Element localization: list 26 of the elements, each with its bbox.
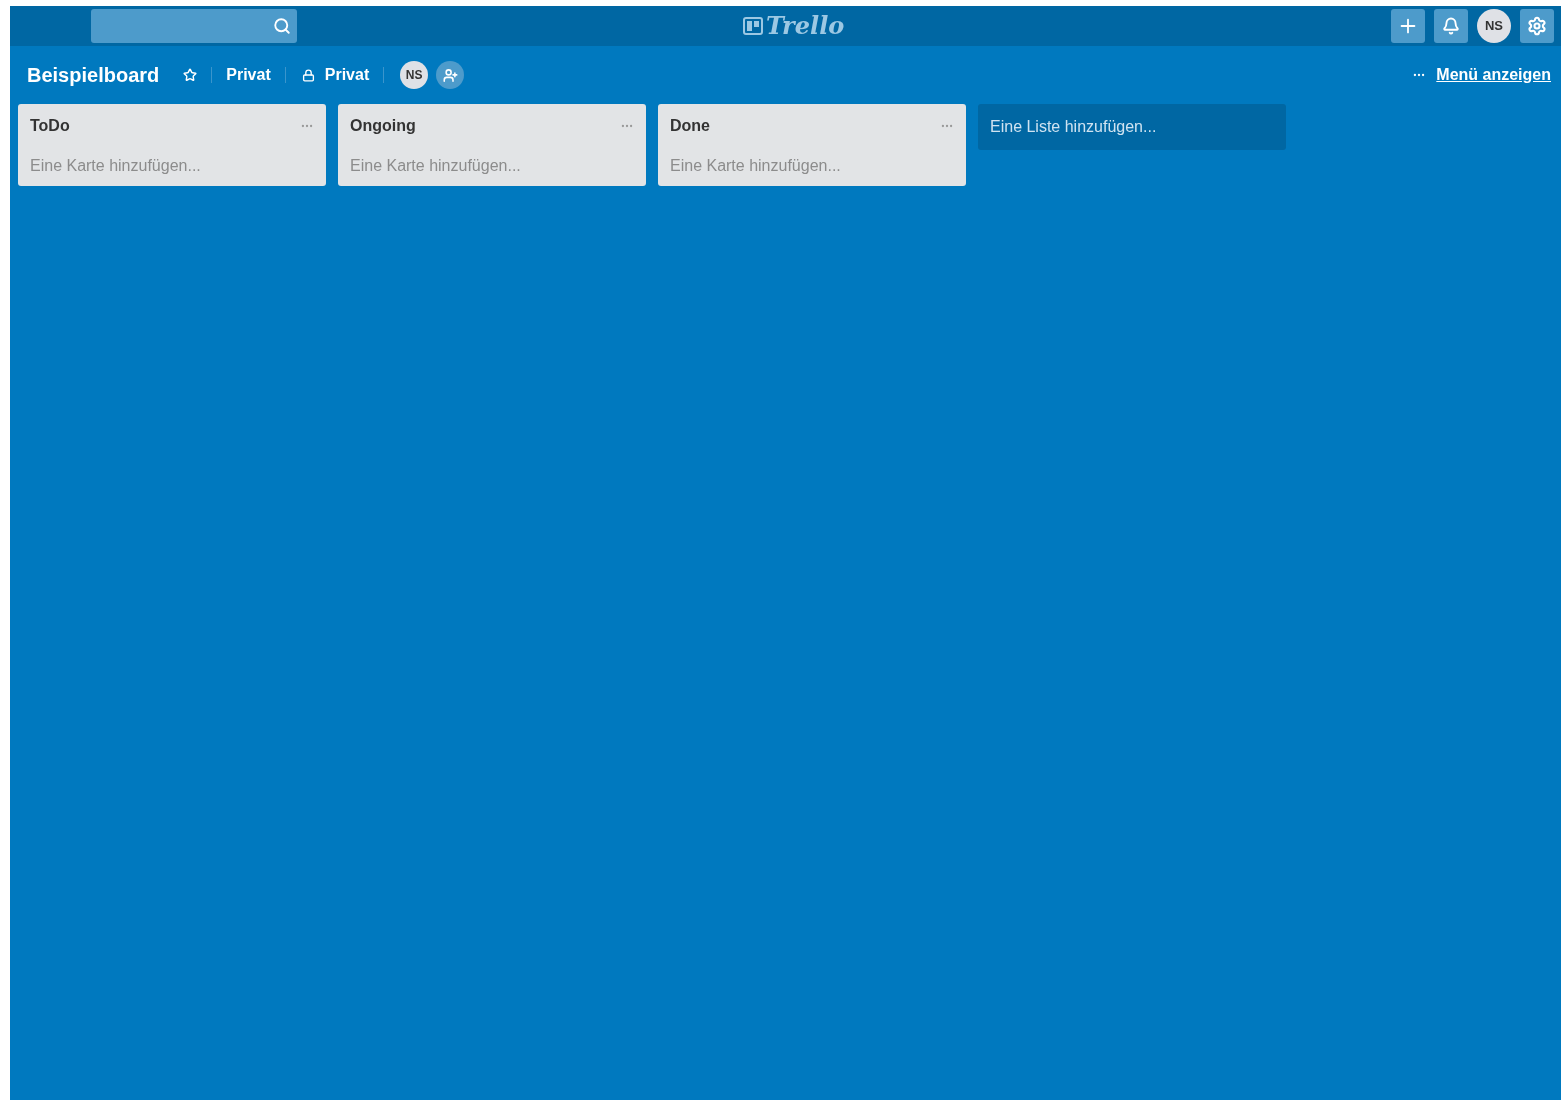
member-avatar[interactable]: NS xyxy=(400,61,429,89)
add-button[interactable] xyxy=(1391,9,1425,43)
invite-button[interactable] xyxy=(436,61,465,89)
settings-icon xyxy=(1527,16,1547,36)
board-title[interactable]: Beispielboard xyxy=(27,60,160,90)
add-list-button[interactable]: Eine Liste hinzufügen... xyxy=(978,104,1286,150)
lock-icon xyxy=(301,68,315,82)
list-title: ToDo xyxy=(30,116,70,136)
add-card-button[interactable]: Eine Karte hinzufügen... xyxy=(30,154,314,178)
user-avatar[interactable]: NS xyxy=(1477,9,1511,43)
search-field[interactable] xyxy=(91,9,297,43)
board-icon xyxy=(743,17,763,35)
add-card-button[interactable]: Eine Karte hinzufügen... xyxy=(670,154,954,178)
search-icon xyxy=(273,17,291,35)
visibility-button[interactable]: Privat xyxy=(324,63,370,87)
notifications-button[interactable] xyxy=(1434,9,1468,43)
settings-button[interactable] xyxy=(1520,9,1554,43)
show-menu-link[interactable]: Menü anzeigen xyxy=(1436,63,1551,87)
add-user-icon xyxy=(442,67,458,83)
add-card-button[interactable]: Eine Karte hinzufügen... xyxy=(350,154,634,178)
list-title: Ongoing xyxy=(350,116,416,136)
list-title: Done xyxy=(670,116,710,136)
team-button[interactable]: Privat xyxy=(226,63,271,87)
star-icon[interactable] xyxy=(183,68,198,82)
bell-icon xyxy=(1442,17,1460,35)
logo[interactable]: Trello xyxy=(766,10,845,42)
